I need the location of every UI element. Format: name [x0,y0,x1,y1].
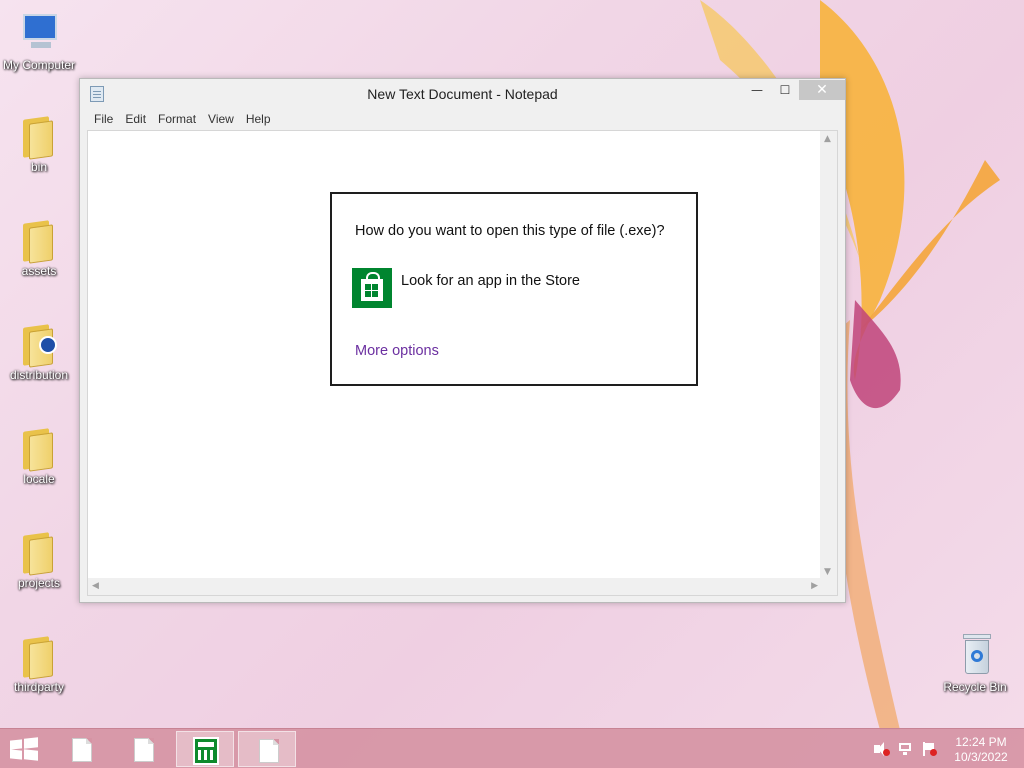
taskbar-calculator[interactable] [176,731,234,767]
document-icon [134,738,154,762]
desktop-icon-label: locale [23,472,55,486]
taskbar-notepad[interactable] [238,731,296,767]
folder-icon [17,528,61,576]
menu-help[interactable]: Help [240,109,277,130]
window-title: New Text Document - Notepad [367,86,558,102]
desktop-icon-label: assets [21,264,57,278]
desktop-icon-label: distribution [9,368,69,382]
minimize-button[interactable]: — [743,80,771,100]
folder-icon [17,632,61,680]
desktop-icon-label: My Computer [2,58,76,72]
recycle-bin-icon [953,632,997,678]
notepad-icon [259,739,279,763]
menu-bar: File Edit Format View Help [80,109,845,130]
folder-icon [17,424,61,472]
maximize-button[interactable]: ☐ [771,80,799,100]
desktop-icon-locale[interactable]: locale [0,424,78,486]
network-icon[interactable] [898,742,914,756]
desktop-icon-bin[interactable]: bin [0,112,78,174]
clock-date: 10/3/2022 [954,750,1008,764]
close-button[interactable]: ✕ [799,80,845,100]
more-options-link[interactable]: More options [355,343,439,359]
desktop-icon-label: projects [17,576,61,590]
calculator-icon [193,737,219,765]
title-bar[interactable]: New Text Document - Notepad — ☐ ✕ [80,79,845,109]
clock-time: 12:24 PM [955,735,1007,749]
desktop-icon-thirdparty[interactable]: thirdparty [0,632,78,694]
vertical-scrollbar[interactable]: ▲ ▼ [820,131,837,580]
computer-icon [17,10,61,56]
scroll-left-icon[interactable]: ◀ [92,581,99,591]
taskbar-document-1[interactable] [52,731,110,767]
scrollbar-corner [820,578,837,595]
start-button[interactable] [10,737,38,761]
volume-muted-icon[interactable] [874,742,890,756]
scroll-down-icon[interactable]: ▼ [824,567,831,577]
desktop-icon-my-computer[interactable]: My Computer [0,10,78,72]
store-icon[interactable] [352,268,392,308]
scroll-up-icon[interactable]: ▲ [824,134,831,144]
open-with-dialog: How do you want to open this type of fil… [330,192,698,386]
store-option[interactable]: Look for an app in the Store [401,273,580,289]
desktop-icon-label: Recycle Bin [943,680,1007,694]
dialog-question: How do you want to open this type of fil… [355,223,665,239]
taskbar-document-2[interactable] [114,731,172,767]
document-icon [72,738,92,762]
taskbar: 12:24 PM 10/3/2022 [0,728,1024,768]
desktop-icon-label: thirdparty [13,680,65,694]
desktop-icon-label: bin [30,160,47,174]
desktop-icon-distribution[interactable]: distribution [0,320,78,382]
menu-format[interactable]: Format [152,109,202,130]
scroll-right-icon[interactable]: ▶ [811,581,818,591]
menu-file[interactable]: File [88,109,119,130]
folder-icon [17,112,61,160]
menu-edit[interactable]: Edit [119,109,152,130]
desktop-icon-assets[interactable]: assets [0,216,78,278]
horizontal-scrollbar[interactable]: ◀ ▶ [88,578,822,595]
clock[interactable]: 12:24 PM 10/3/2022 [944,735,1018,765]
desktop-icon-projects[interactable]: projects [0,528,78,590]
menu-view[interactable]: View [202,109,240,130]
folder-icon [17,320,61,368]
desktop-icon-recycle-bin[interactable]: Recycle Bin [936,632,1014,694]
folder-icon [17,216,61,264]
action-center-flag-icon[interactable] [922,742,938,756]
